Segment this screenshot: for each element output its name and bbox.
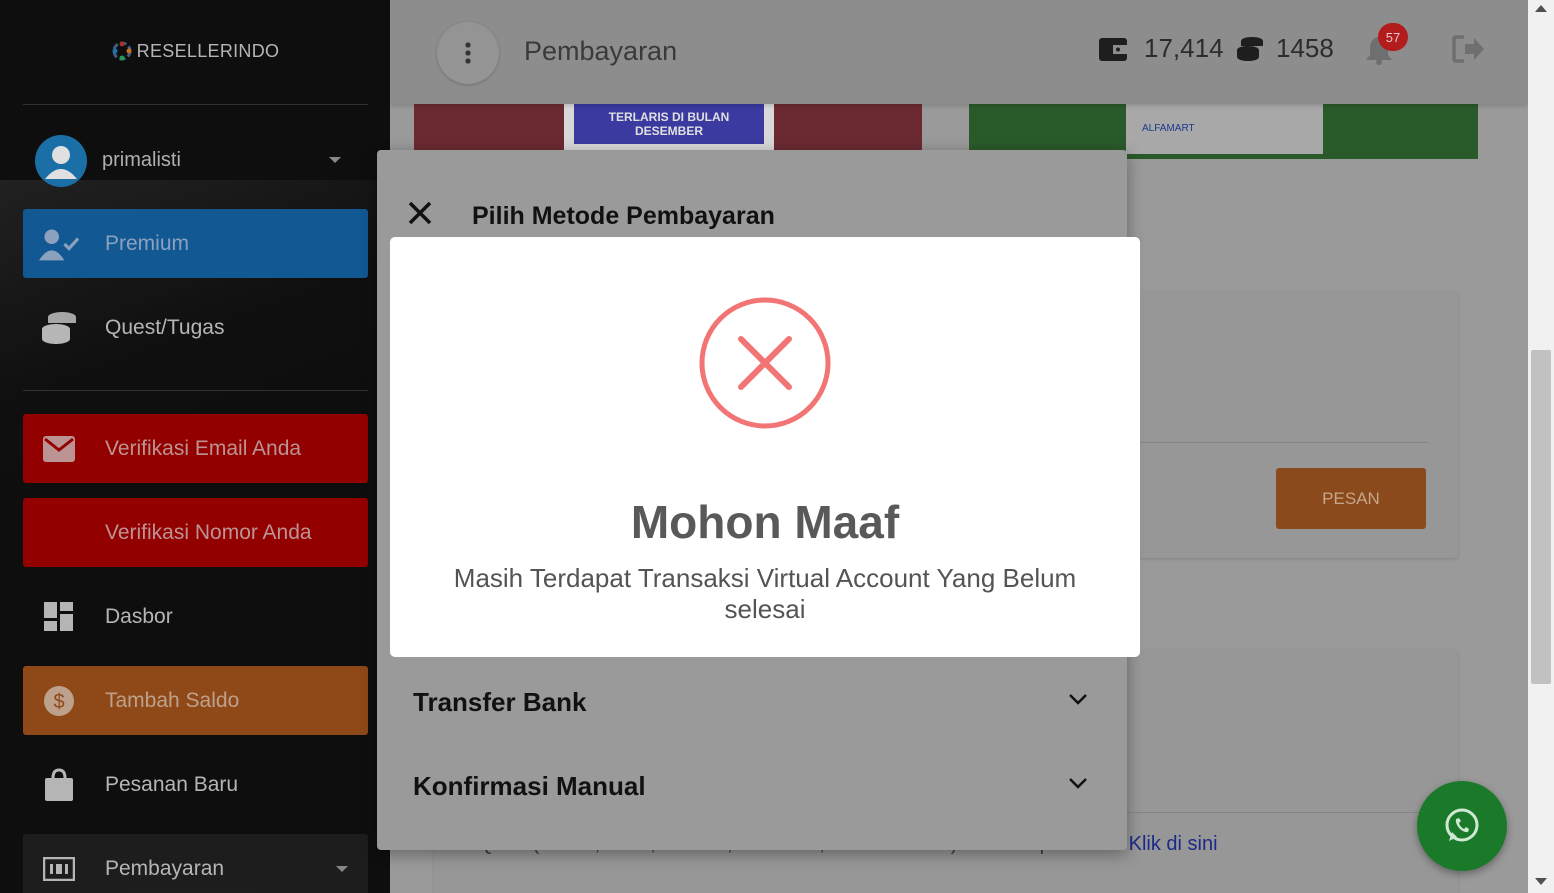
wallet-icon bbox=[1099, 37, 1127, 61]
notification-badge: 57 bbox=[1378, 23, 1408, 51]
banner-text: TERLARIS DI BULAN DESEMBER bbox=[574, 104, 764, 144]
sidebar: RESELLERINDO primalisti Premium Quest/Tu… bbox=[0, 0, 390, 893]
payment-note-link[interactable]: Klik di sini bbox=[1129, 833, 1218, 855]
page-title: Pembayaran bbox=[524, 36, 678, 66]
alert-title: Mohon Maaf bbox=[630, 496, 900, 548]
close-icon bbox=[408, 201, 432, 225]
sign-out-icon bbox=[1452, 35, 1484, 63]
error-x-icon bbox=[699, 297, 831, 429]
coin-amount: 1458 bbox=[1276, 33, 1334, 63]
wallet-balance[interactable]: 17,414 bbox=[1098, 33, 1224, 64]
menu-button[interactable] bbox=[437, 22, 499, 84]
accordion-konfirmasi-manual[interactable]: Konfirmasi Manual bbox=[413, 753, 1088, 813]
top-navbar: Pembayaran 17,414 1458 57 bbox=[390, 0, 1528, 104]
scroll-up-arrow-icon[interactable] bbox=[1535, 5, 1547, 12]
coins-icon bbox=[1237, 36, 1263, 61]
banner-image: ALFAMART bbox=[1126, 104, 1323, 154]
modal-title: Pilih Metode Pembayaran bbox=[472, 202, 775, 230]
scrollbar-thumb[interactable] bbox=[1531, 350, 1551, 684]
scroll-down-arrow-icon[interactable] bbox=[1535, 878, 1547, 885]
close-modal-button[interactable] bbox=[407, 200, 433, 231]
banner-text: ALFAMART bbox=[1142, 123, 1195, 134]
chevron-down-icon bbox=[1069, 778, 1087, 789]
vertical-dots-icon bbox=[465, 42, 471, 64]
alert-message: Masih Terdapat Transaksi Virtual Account… bbox=[453, 563, 1077, 624]
logout-button[interactable] bbox=[1452, 34, 1486, 69]
accordion-transfer-bank[interactable]: Transfer Bank bbox=[413, 669, 1088, 729]
sidebar-dim-overlay bbox=[0, 0, 390, 893]
chevron-down-icon bbox=[1069, 694, 1087, 705]
coin-balance[interactable]: 1458 bbox=[1236, 33, 1334, 64]
whatsapp-chat-button[interactable] bbox=[1417, 781, 1507, 871]
error-alert-dialog: Mohon Maaf Masih Terdapat Transaksi Virt… bbox=[390, 237, 1140, 657]
order-button[interactable]: PESAN bbox=[1276, 468, 1426, 529]
accordion-label: Transfer Bank bbox=[413, 687, 587, 717]
whatsapp-icon bbox=[1445, 808, 1479, 842]
wallet-amount: 17,414 bbox=[1144, 33, 1224, 63]
accordion-label: Konfirmasi Manual bbox=[413, 771, 646, 801]
